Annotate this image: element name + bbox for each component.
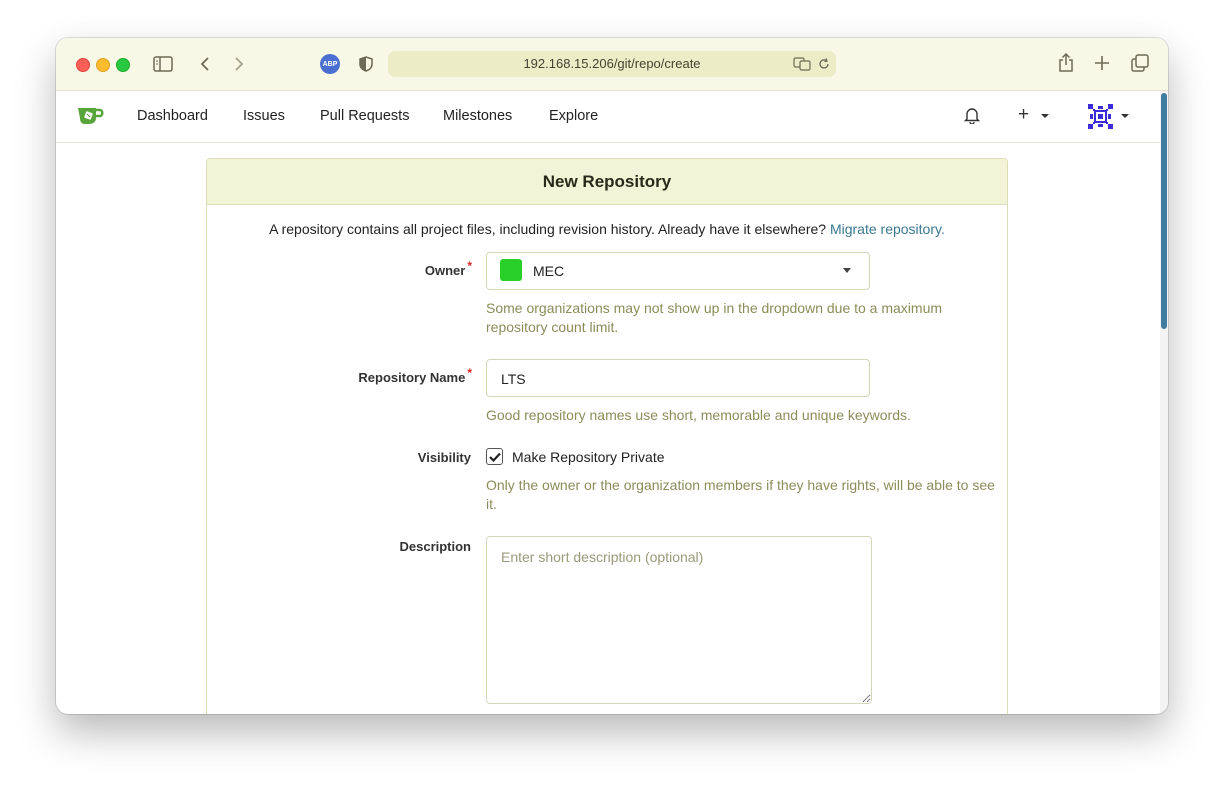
address-bar[interactable]: 192.168.15.206/git/repo/create (388, 51, 836, 77)
owner-dropdown[interactable]: MEC (486, 252, 870, 290)
nav-issues[interactable]: Issues (243, 108, 285, 124)
adblock-icon[interactable]: ABP (320, 54, 340, 74)
owner-dropdown-caret-icon (843, 268, 851, 273)
nav-milestones[interactable]: Milestones (443, 108, 512, 124)
new-tab-icon[interactable] (1092, 53, 1112, 73)
gitea-logo-icon[interactable] (76, 104, 106, 131)
user-avatar[interactable] (1088, 104, 1113, 134)
zoom-window-button[interactable] (116, 58, 130, 72)
repository-name-label: Repository Name * (207, 366, 472, 385)
minimize-window-button[interactable] (96, 58, 110, 72)
intro-description: A repository contains all project files,… (269, 221, 827, 237)
repository-name-label-text: Repository Name (358, 370, 466, 385)
owner-avatar (500, 259, 522, 281)
visibility-label: Visibility (417, 450, 471, 465)
nav-dashboard[interactable]: Dashboard (137, 108, 208, 124)
repository-name-input[interactable]: LTS (486, 359, 870, 397)
owner-value: MEC (533, 263, 565, 279)
privacy-shield-icon[interactable] (356, 54, 376, 74)
sidebar-toggle-icon[interactable] (152, 54, 174, 74)
create-dropdown-caret-icon[interactable] (1041, 114, 1049, 118)
migrate-repository-link[interactable]: Migrate repository. (830, 221, 945, 237)
site-navbar: Dashboard Issues Pull Requests Milestone… (56, 91, 1160, 143)
nav-explore[interactable]: Explore (549, 108, 598, 124)
scrollbar-thumb[interactable] (1161, 93, 1167, 329)
new-repository-form: New Repository A repository contains all… (206, 158, 1008, 714)
owner-help-text: Some organizations may not show up in th… (486, 300, 943, 335)
tab-overview-icon[interactable] (1129, 53, 1151, 73)
nav-pull-requests[interactable]: Pull Requests (320, 108, 409, 124)
translate-icon[interactable] (792, 55, 812, 73)
checkmark-icon (488, 452, 501, 462)
owner-required-mark: * (467, 259, 472, 273)
description-label: Description (399, 539, 471, 554)
description-textarea[interactable] (486, 536, 872, 704)
repository-name-value: LTS (501, 371, 526, 387)
owner-label-text: Owner (424, 263, 466, 278)
share-icon[interactable] (1056, 52, 1076, 74)
intro-text: A repository contains all project files,… (207, 221, 1007, 237)
reload-icon[interactable] (816, 55, 832, 73)
back-icon[interactable] (196, 54, 214, 74)
make-private-checkbox[interactable] (486, 448, 503, 465)
forward-icon[interactable] (230, 54, 248, 74)
url-text: 192.168.15.206/git/repo/create (523, 56, 701, 71)
browser-window: ABP 192.168.15.206/git/repo/create Dashb… (56, 38, 1168, 714)
notifications-bell-icon[interactable] (963, 106, 981, 129)
user-menu-caret-icon[interactable] (1121, 114, 1129, 118)
repository-name-required-mark: * (467, 366, 472, 380)
visibility-help-text: Only the owner or the organization membe… (486, 477, 995, 512)
make-private-label[interactable]: Make Repository Private (512, 449, 665, 465)
browser-toolbar: ABP 192.168.15.206/git/repo/create (56, 38, 1168, 91)
repository-name-help-text: Good repository names use short, memorab… (486, 407, 911, 423)
close-window-button[interactable] (76, 58, 90, 72)
create-new-button[interactable]: + (1018, 104, 1029, 126)
owner-label: Owner * (207, 259, 472, 278)
page-title: New Repository (207, 159, 1007, 205)
